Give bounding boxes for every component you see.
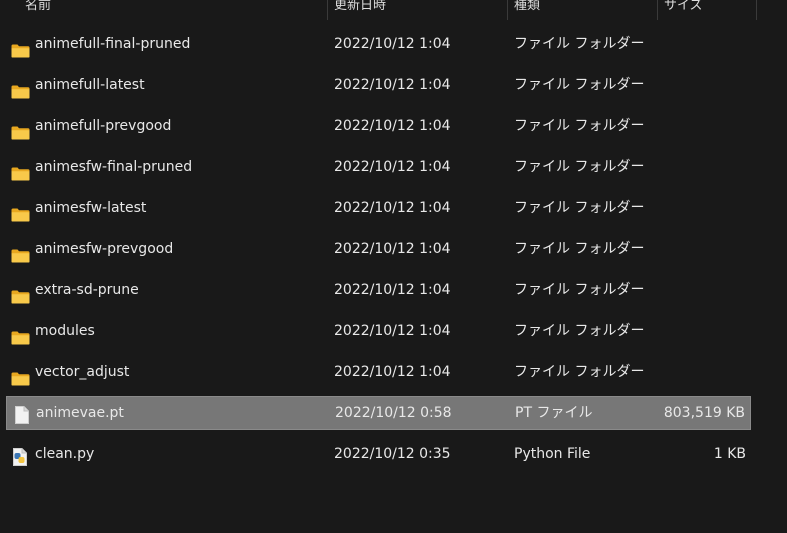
file-name: animevae.pt [36, 405, 124, 421]
modified-date: 2022/10/12 0:58 [335, 405, 452, 421]
file-type: ファイル フォルダー [514, 282, 645, 298]
file-type: Python File [514, 446, 591, 462]
table-row[interactable]: modules 2022/10/12 1:04 ファイル フォルダー [6, 314, 751, 348]
file-name: animesfw-final-pruned [35, 159, 193, 175]
file-type: ファイル フォルダー [514, 364, 645, 380]
table-row[interactable]: animefull-prevgood 2022/10/12 1:04 ファイル フォ… [6, 109, 751, 143]
column-header-size[interactable]: サイズ [657, 0, 757, 20]
modified-date: 2022/10/12 1:04 [334, 282, 451, 298]
column-header-type-label: 種類 [514, 0, 541, 13]
modified-date: 2022/10/12 1:04 [334, 200, 451, 216]
folder-icon [10, 109, 32, 143]
file-size: 1 KB [713, 446, 746, 462]
file-size: 803,519 KB [663, 405, 745, 421]
folder-icon [10, 355, 32, 389]
file-type: ファイル フォルダー [514, 323, 645, 339]
file-icon [11, 396, 33, 430]
folder-icon [10, 314, 32, 348]
column-header-date[interactable]: 更新日時 [327, 0, 507, 20]
table-row[interactable]: vector_adjust 2022/10/12 1:04 ファイル フォルダー [6, 355, 751, 389]
file-type: ファイル フォルダー [514, 159, 645, 175]
column-header-name-label: 名前 [25, 0, 52, 13]
folder-icon [10, 191, 32, 225]
table-row[interactable]: extra-sd-prune 2022/10/12 1:04 ファイル フォルダー [6, 273, 751, 307]
file-name: animefull-prevgood [35, 118, 172, 134]
file-name: modules [35, 323, 95, 339]
folder-icon [10, 27, 32, 61]
file-type: PT ファイル [515, 405, 593, 421]
file-type: ファイル フォルダー [514, 77, 645, 93]
folder-icon [10, 232, 32, 266]
file-list-view: 名前 更新日時 種類 サイズ animefull-final-pruned 202… [0, 0, 787, 533]
python-file-icon [10, 437, 32, 471]
file-name: animefull-latest [35, 77, 145, 93]
modified-date: 2022/10/12 1:04 [334, 77, 451, 93]
modified-date: 2022/10/12 1:04 [334, 364, 451, 380]
file-name: vector_adjust [35, 364, 130, 380]
column-header-row: 名前 更新日時 種類 サイズ [0, 0, 787, 20]
file-name: clean.py [35, 446, 95, 462]
table-row[interactable]: animesfw-latest 2022/10/12 1:04 ファイル フォルダー [6, 191, 751, 225]
file-type: ファイル フォルダー [514, 200, 645, 216]
column-header-size-label: サイズ [664, 0, 703, 13]
modified-date: 2022/10/12 1:04 [334, 323, 451, 339]
file-name: animesfw-latest [35, 200, 147, 216]
table-row[interactable]: animefull-final-pruned 2022/10/12 1:04 ファイ… [6, 27, 751, 61]
modified-date: 2022/10/12 1:04 [334, 36, 451, 52]
folder-icon [10, 150, 32, 184]
modified-date: 2022/10/12 0:35 [334, 446, 451, 462]
table-row[interactable]: animefull-latest 2022/10/12 1:04 ファイル フォルダ… [6, 68, 751, 102]
column-divider[interactable] [756, 0, 757, 20]
file-type: ファイル フォルダー [514, 241, 645, 257]
file-name: animesfw-prevgood [35, 241, 174, 257]
modified-date: 2022/10/12 1:04 [334, 159, 451, 175]
modified-date: 2022/10/12 1:04 [334, 241, 451, 257]
file-name: animefull-final-pruned [35, 36, 191, 52]
folder-icon [10, 273, 32, 307]
folder-icon [10, 68, 32, 102]
table-row[interactable]: clean.py 2022/10/12 0:35 Python File 1 KB [6, 437, 751, 471]
column-header-type[interactable]: 種類 [507, 0, 657, 20]
modified-date: 2022/10/12 1:04 [334, 118, 451, 134]
file-type: ファイル フォルダー [514, 36, 645, 52]
file-name: extra-sd-prune [35, 282, 139, 298]
column-header-date-label: 更新日時 [334, 0, 387, 13]
table-row[interactable]: animesfw-prevgood 2022/10/12 1:04 ファイル フォル… [6, 232, 751, 266]
column-header-name[interactable]: 名前 [0, 0, 327, 20]
table-row[interactable]: animesfw-final-pruned 2022/10/12 1:04 ファイル… [6, 150, 751, 184]
table-row[interactable]: animevae.pt 2022/10/12 0:58 PT ファイル 803,519… [6, 396, 751, 430]
file-type: ファイル フォルダー [514, 118, 645, 134]
